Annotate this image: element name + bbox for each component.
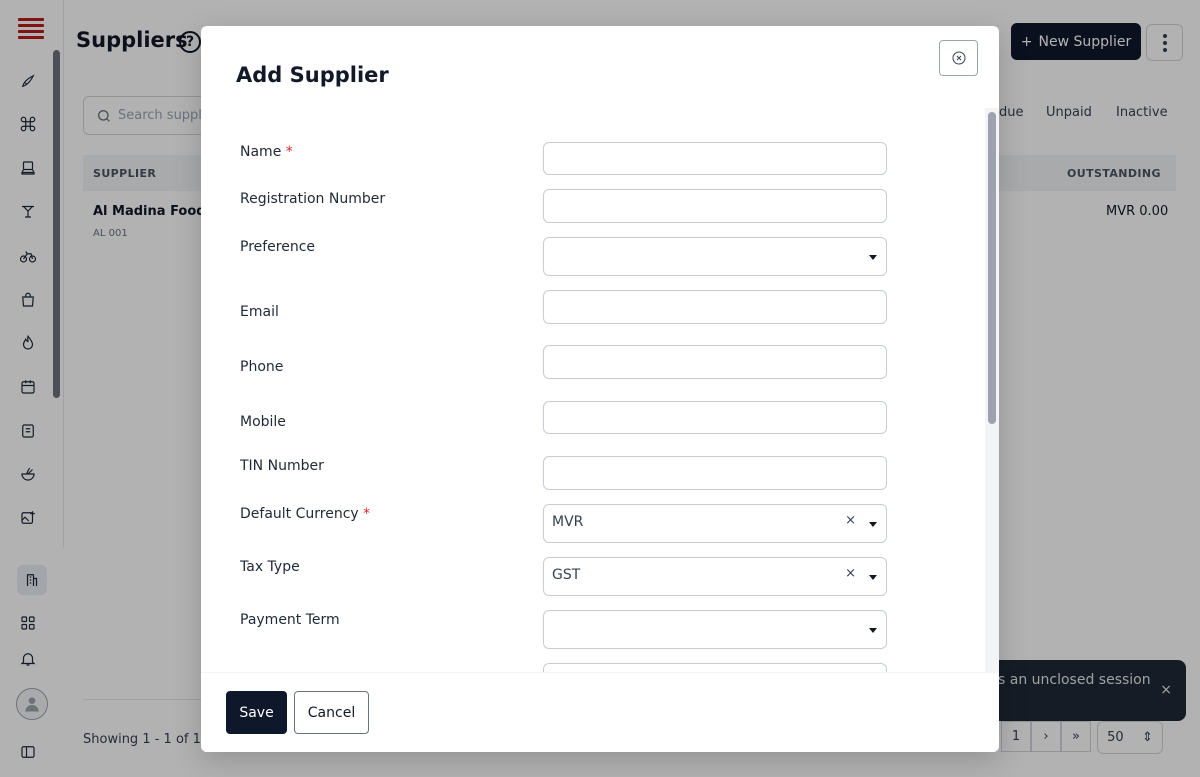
tax-type-label: Tax Type bbox=[240, 559, 300, 575]
email-label: Email bbox=[240, 304, 279, 320]
clear-icon[interactable]: × bbox=[845, 566, 856, 581]
close-button[interactable] bbox=[939, 40, 978, 76]
registration-number-label: Registration Number bbox=[240, 191, 386, 207]
close-icon bbox=[952, 51, 965, 65]
default-currency-value: MVR bbox=[552, 514, 584, 530]
registration-number-field[interactable] bbox=[543, 189, 887, 223]
save-button[interactable]: Save bbox=[226, 691, 287, 734]
tax-type-select[interactable]: GST × bbox=[543, 557, 887, 596]
dialog-scrollbar-thumb[interactable] bbox=[988, 112, 996, 424]
cancel-button[interactable]: Cancel bbox=[294, 691, 369, 734]
phone-field[interactable] bbox=[543, 345, 887, 379]
add-supplier-dialog: Add Supplier Name * Registration Number … bbox=[201, 26, 999, 752]
mobile-label: Mobile bbox=[240, 414, 286, 430]
phone-label: Phone bbox=[240, 359, 284, 375]
name-field[interactable] bbox=[543, 142, 887, 175]
clear-icon[interactable]: × bbox=[845, 513, 856, 528]
tin-number-label: TIN Number bbox=[240, 458, 324, 474]
next-field[interactable] bbox=[543, 663, 887, 672]
name-label: Name * bbox=[240, 144, 293, 160]
chevron-down-icon bbox=[869, 255, 877, 260]
payment-term-label: Payment Term bbox=[240, 612, 340, 628]
chevron-down-icon bbox=[869, 575, 877, 580]
dialog-body: Name * Registration Number Preference Em… bbox=[201, 108, 999, 672]
payment-term-select[interactable] bbox=[543, 610, 887, 649]
email-field[interactable] bbox=[543, 290, 887, 324]
chevron-down-icon bbox=[869, 628, 877, 633]
mobile-field[interactable] bbox=[543, 401, 887, 434]
dialog-title: Add Supplier bbox=[236, 63, 389, 87]
tax-type-value: GST bbox=[552, 567, 581, 583]
default-currency-select[interactable]: MVR × bbox=[543, 504, 887, 543]
default-currency-label: Default Currency * bbox=[240, 506, 371, 522]
tin-number-field[interactable] bbox=[543, 456, 887, 490]
preference-label: Preference bbox=[240, 239, 316, 255]
dialog-footer: Save Cancel bbox=[201, 672, 999, 752]
chevron-down-icon bbox=[869, 522, 877, 527]
preference-select[interactable] bbox=[543, 237, 887, 276]
